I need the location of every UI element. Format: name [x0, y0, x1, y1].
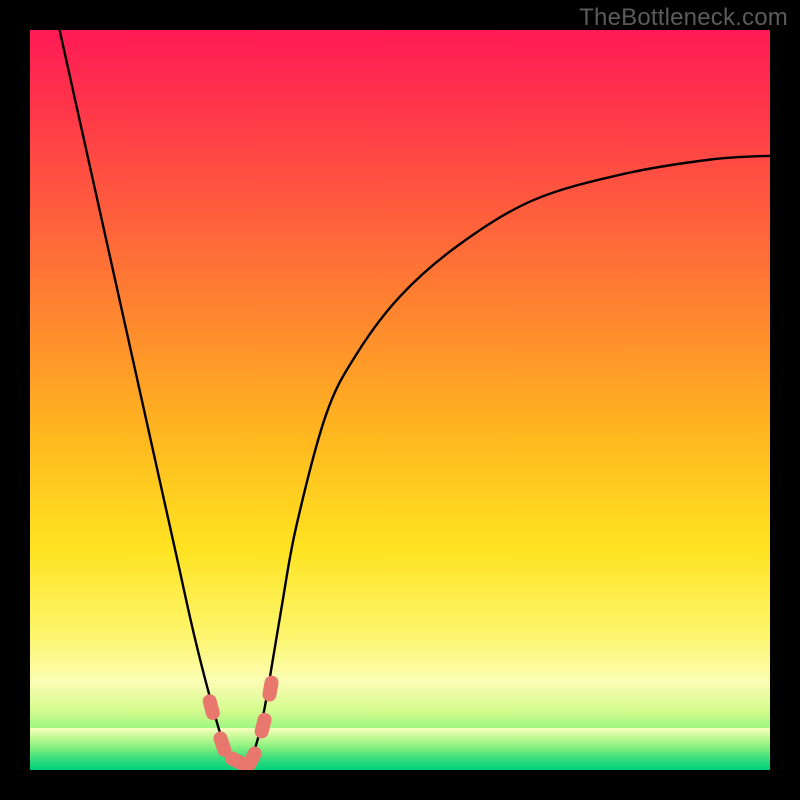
outer-frame: TheBottleneck.com [0, 0, 800, 800]
marker-f [261, 675, 279, 703]
watermark-text: TheBottleneck.com [579, 4, 788, 32]
bottleneck-curve [60, 30, 770, 764]
marker-e [253, 711, 273, 740]
plot-area [30, 30, 770, 770]
chart-svg [30, 30, 770, 770]
marker-group [201, 675, 279, 770]
bottleneck-curve-path [60, 30, 770, 764]
marker-a [201, 693, 221, 722]
